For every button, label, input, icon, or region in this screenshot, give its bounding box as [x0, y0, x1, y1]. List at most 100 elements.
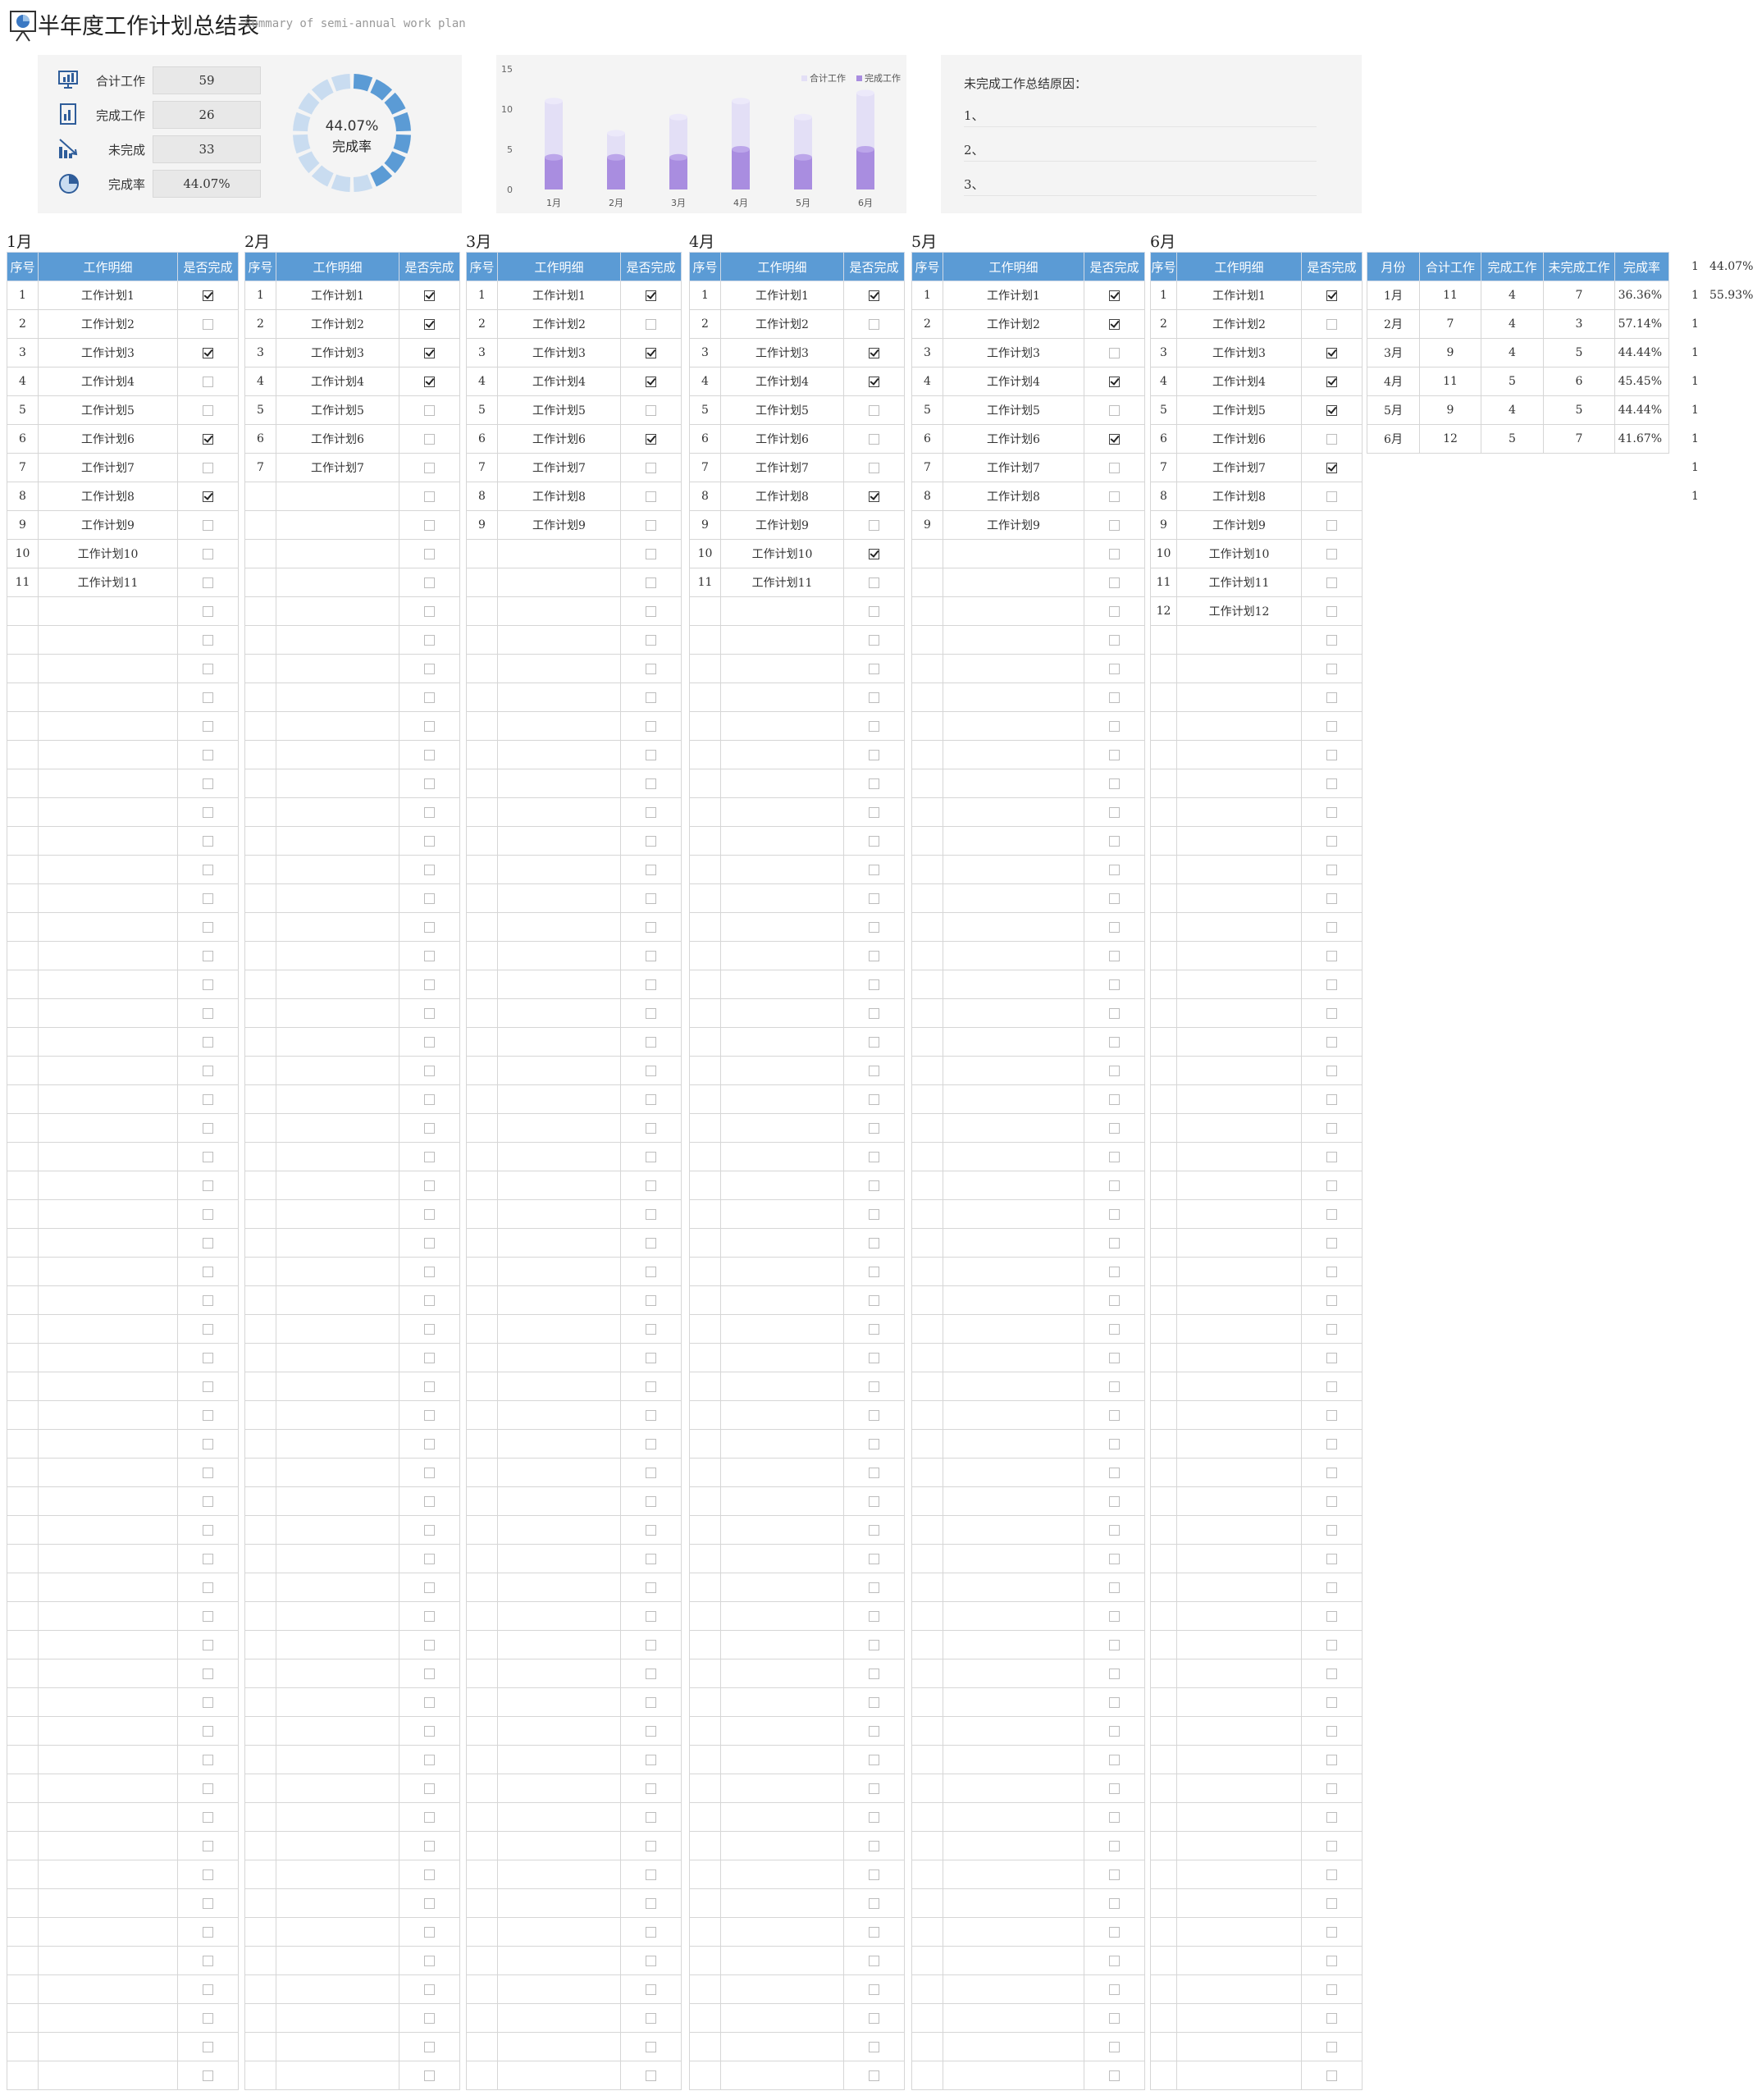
done-checkbox[interactable]: [1109, 1553, 1120, 1564]
done-checkbox[interactable]: [869, 1352, 879, 1363]
row-detail[interactable]: [38, 769, 178, 798]
row-detail[interactable]: [943, 1601, 1084, 1631]
row-detail[interactable]: [943, 1974, 1084, 2004]
row-detail[interactable]: [1176, 1515, 1302, 1545]
row-detail[interactable]: [497, 1084, 621, 1114]
done-checkbox[interactable]: [869, 692, 879, 703]
done-checkbox[interactable]: [646, 1381, 656, 1392]
row-detail[interactable]: [943, 1888, 1084, 1918]
row-detail[interactable]: [720, 711, 844, 741]
row-detail[interactable]: 工作计划4: [1176, 367, 1302, 396]
row-detail[interactable]: [276, 970, 399, 999]
row-detail[interactable]: [276, 539, 399, 568]
done-checkbox[interactable]: [869, 519, 879, 531]
row-detail[interactable]: [276, 1860, 399, 1889]
done-checkbox[interactable]: [203, 1869, 213, 1880]
row-detail[interactable]: [1176, 1257, 1302, 1286]
done-checkbox[interactable]: [203, 720, 213, 732]
row-detail[interactable]: [276, 1056, 399, 1085]
row-detail[interactable]: 工作计划4: [276, 367, 399, 396]
done-checkbox[interactable]: [1326, 433, 1337, 445]
row-detail[interactable]: [497, 1802, 621, 1832]
done-checkbox[interactable]: [203, 1467, 213, 1478]
done-checkbox[interactable]: [424, 2070, 435, 2081]
done-checkbox[interactable]: [869, 491, 879, 502]
done-checkbox[interactable]: [646, 1610, 656, 1622]
done-checkbox[interactable]: [203, 1725, 213, 1737]
done-checkbox[interactable]: [424, 1208, 435, 1220]
row-detail[interactable]: [1176, 1458, 1302, 1487]
done-checkbox[interactable]: [869, 1984, 879, 1995]
row-detail[interactable]: [497, 1601, 621, 1631]
row-detail[interactable]: [1176, 1687, 1302, 1717]
row-detail[interactable]: 工作计划9: [1176, 510, 1302, 540]
row-detail[interactable]: [1176, 1056, 1302, 1085]
row-detail[interactable]: 工作计划1: [38, 281, 178, 310]
done-checkbox[interactable]: [869, 1007, 879, 1019]
row-detail[interactable]: 工作计划3: [276, 338, 399, 368]
row-detail[interactable]: [1176, 855, 1302, 884]
row-detail[interactable]: [720, 1257, 844, 1286]
done-checkbox[interactable]: [646, 1438, 656, 1449]
done-checkbox[interactable]: [203, 1266, 213, 1277]
row-detail[interactable]: [38, 1429, 178, 1459]
done-checkbox[interactable]: [203, 1381, 213, 1392]
row-detail[interactable]: [1176, 1372, 1302, 1401]
done-checkbox[interactable]: [1326, 921, 1337, 933]
done-checkbox[interactable]: [646, 318, 656, 330]
done-checkbox[interactable]: [1109, 1783, 1120, 1794]
row-detail[interactable]: [497, 1974, 621, 2004]
done-checkbox[interactable]: [1326, 2070, 1337, 2081]
done-checkbox[interactable]: [646, 2070, 656, 2081]
done-checkbox[interactable]: [1326, 491, 1337, 502]
row-detail[interactable]: 工作计划1: [497, 281, 621, 310]
row-detail[interactable]: [720, 654, 844, 683]
row-detail[interactable]: [276, 482, 399, 511]
row-detail[interactable]: [720, 1142, 844, 1171]
row-detail[interactable]: [497, 1831, 621, 1860]
done-checkbox[interactable]: [424, 1582, 435, 1593]
done-checkbox[interactable]: [1109, 519, 1120, 531]
done-checkbox[interactable]: [869, 1897, 879, 1909]
done-checkbox[interactable]: [1326, 318, 1337, 330]
done-checkbox[interactable]: [646, 1180, 656, 1191]
done-checkbox[interactable]: [1326, 1151, 1337, 1162]
row-detail[interactable]: [1176, 1573, 1302, 1602]
done-checkbox[interactable]: [869, 749, 879, 760]
done-checkbox[interactable]: [646, 634, 656, 646]
done-checkbox[interactable]: [424, 1467, 435, 1478]
done-checkbox[interactable]: [1109, 1926, 1120, 1938]
row-detail[interactable]: [276, 769, 399, 798]
done-checkbox[interactable]: [869, 1036, 879, 1048]
row-detail[interactable]: [276, 1113, 399, 1143]
done-checkbox[interactable]: [1326, 1381, 1337, 1392]
done-checkbox[interactable]: [646, 404, 656, 416]
done-checkbox[interactable]: [646, 778, 656, 789]
row-detail[interactable]: [720, 826, 844, 856]
note-line-2[interactable]: 2、: [964, 141, 1317, 162]
row-detail[interactable]: [720, 941, 844, 970]
done-checkbox[interactable]: [424, 720, 435, 732]
row-detail[interactable]: [943, 740, 1084, 769]
done-checkbox[interactable]: [424, 1093, 435, 1105]
done-checkbox[interactable]: [1109, 1754, 1120, 1765]
row-detail[interactable]: [38, 855, 178, 884]
row-detail[interactable]: [943, 596, 1084, 626]
row-detail[interactable]: [1176, 1228, 1302, 1258]
row-detail[interactable]: 工作计划7: [38, 453, 178, 482]
done-checkbox[interactable]: [869, 806, 879, 818]
done-checkbox[interactable]: [1326, 806, 1337, 818]
done-checkbox[interactable]: [869, 605, 879, 617]
row-detail[interactable]: [1176, 1974, 1302, 2004]
row-detail[interactable]: [497, 1056, 621, 1085]
row-detail[interactable]: [497, 1458, 621, 1487]
row-detail[interactable]: [38, 1946, 178, 1975]
done-checkbox[interactable]: [1326, 778, 1337, 789]
done-checkbox[interactable]: [1326, 1840, 1337, 1851]
done-checkbox[interactable]: [646, 1783, 656, 1794]
done-checkbox[interactable]: [1109, 1180, 1120, 1191]
row-detail[interactable]: [38, 1458, 178, 1487]
done-checkbox[interactable]: [869, 1266, 879, 1277]
done-checkbox[interactable]: [203, 1208, 213, 1220]
done-checkbox[interactable]: [646, 1151, 656, 1162]
